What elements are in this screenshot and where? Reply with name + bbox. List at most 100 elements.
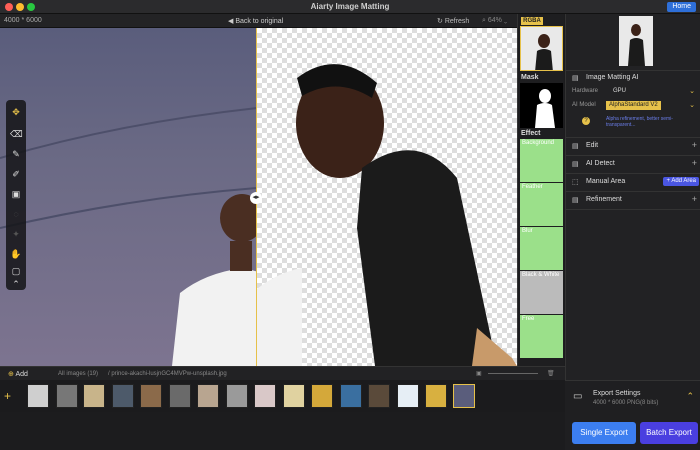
rgba-thumbnail[interactable] <box>520 26 563 71</box>
tool-palette: ✥ ⌫ ✎ ✐ ▣ ◌ ✦ ✋ ▢ ⌃ <box>6 100 26 290</box>
home-button[interactable]: Home <box>667 2 696 12</box>
image-matting-ai-header: ▤ Image Matting AI <box>566 72 700 84</box>
chevron-down-icon[interactable]: ⌄ <box>689 101 695 109</box>
image-thumbnail[interactable] <box>83 384 105 408</box>
bottom-area <box>0 412 565 450</box>
paint-roller-icon[interactable]: ▣ <box>10 188 22 200</box>
result-preview-image <box>628 24 645 66</box>
chevron-down-icon[interactable]: ⌄ <box>689 87 695 95</box>
help-icon[interactable]: ? <box>582 117 590 125</box>
hardware-select[interactable]: GPU <box>610 87 629 96</box>
eraser-icon[interactable]: ⌫ <box>10 128 23 140</box>
image-thumbnail[interactable] <box>340 384 362 408</box>
refinement-section[interactable]: ▤ Refinement + <box>566 193 700 207</box>
ai-detect-section[interactable]: ▤ AI Detect + <box>566 157 700 171</box>
rgba-preview-image <box>535 34 553 70</box>
lasso-icon[interactable]: ◌ <box>10 208 22 220</box>
matted-subject <box>244 64 517 366</box>
effect-name: Feather <box>522 184 543 190</box>
add-area-button[interactable]: + Add Area <box>663 177 699 186</box>
brush-icon[interactable]: ✐ <box>10 168 22 180</box>
thumbnail-size-slider[interactable] <box>488 373 538 374</box>
model-hint: Alpha refinement, better semi-transparen… <box>606 116 673 128</box>
export-settings-icon: ▭ <box>573 391 583 402</box>
export-settings-info: 4000 * 6000 PNG(8 bits) <box>593 400 659 406</box>
preview-thumbnail-column: RGBA Mask Effect Background Feather Blur… <box>517 14 564 366</box>
all-images-label[interactable]: All images (19) <box>58 371 98 377</box>
separator <box>566 155 700 156</box>
image-thumbnail[interactable] <box>283 384 305 408</box>
image-thumbnail[interactable] <box>311 384 333 408</box>
image-thumbnail[interactable] <box>226 384 248 408</box>
zoom-control[interactable]: ⌕ 64% ⌄ <box>482 17 507 25</box>
separator <box>566 173 700 174</box>
original-image-half <box>0 28 330 366</box>
separator <box>566 70 700 71</box>
image-thumbnail[interactable] <box>397 384 419 408</box>
top-toolbar: 4000 * 6000 ◀ Back to original ↻ Refresh… <box>0 14 517 28</box>
frame-icon[interactable]: ▢ <box>10 265 22 277</box>
back-to-original-button[interactable]: ◀ Back to original <box>228 17 283 25</box>
batch-export-button[interactable]: Batch Export <box>640 422 698 444</box>
title-bar: Aiarty Image Matting Home <box>0 0 700 14</box>
file-path: / prince-akachi-lusjnGC4MVPw-unsplash.jp… <box>108 371 227 377</box>
mask-thumbnail[interactable] <box>520 83 563 128</box>
image-thumbnail[interactable] <box>254 384 276 408</box>
effect-feather[interactable]: Feather <box>520 183 563 227</box>
expand-plus-icon[interactable]: + <box>692 140 697 150</box>
manual-area-label: Manual Area <box>586 178 626 185</box>
export-panel: ▭ Export Settings 4000 * 6000 PNG(8 bits… <box>565 380 700 450</box>
export-settings-title: Export Settings <box>593 390 641 397</box>
move-tool-icon[interactable]: ✥ <box>10 106 22 118</box>
compare-split-handle[interactable]: ◂▸ <box>250 192 262 204</box>
effect-black-white[interactable]: Black & White <box>520 271 563 315</box>
expand-plus-icon[interactable]: + <box>692 194 697 204</box>
image-size-icon: ▣ <box>476 371 482 377</box>
ai-model-label: AI Model <box>572 102 596 108</box>
ai-chip-icon: ▤ <box>572 75 579 82</box>
effect-name: Background <box>522 140 555 146</box>
right-settings-panel: ▤ Image Matting AI Hardware GPU ⌄ AI Mod… <box>565 14 700 380</box>
effect-background[interactable]: Background <box>520 139 563 183</box>
single-export-button[interactable]: Single Export <box>572 422 636 444</box>
resolution-readout: 4000 * 6000 <box>4 17 42 24</box>
image-thumbnail[interactable] <box>169 384 191 408</box>
pen-icon[interactable]: ✎ <box>10 148 22 160</box>
separator <box>566 191 700 192</box>
result-preview <box>619 16 653 66</box>
model-hint-row: ? Alpha refinement, better semi-transpar… <box>566 115 700 131</box>
expand-up-icon[interactable]: ⌃ <box>686 391 694 402</box>
dashed-square-icon: ⬚ <box>572 179 579 186</box>
collapse-up-icon[interactable]: ⌃ <box>10 278 22 290</box>
image-thumbnail[interactable] <box>425 384 447 408</box>
add-images-button[interactable]: ⊕ Add <box>8 370 28 378</box>
refresh-button[interactable]: ↻ Refresh <box>437 17 469 25</box>
image-thumbnail[interactable] <box>197 384 219 408</box>
image-thumbnail[interactable] <box>112 384 134 408</box>
image-thumbnail[interactable] <box>56 384 78 408</box>
hardware-row: Hardware GPU ⌄ <box>566 87 700 97</box>
expand-plus-icon[interactable]: + <box>692 158 697 168</box>
refinement-icon: ▤ <box>572 197 579 204</box>
hand-icon[interactable]: ✋ <box>10 248 22 260</box>
effect-name: Black & White <box>522 272 560 278</box>
image-strip: + <box>0 380 565 412</box>
add-image-plus-icon[interactable]: + <box>4 389 11 403</box>
effect-blur[interactable]: Blur <box>520 227 563 271</box>
section-title: Image Matting AI <box>586 74 639 81</box>
edit-section[interactable]: ▤ Edit + <box>566 139 700 153</box>
effect-free[interactable]: Free <box>520 315 563 359</box>
image-thumbnail[interactable] <box>140 384 162 408</box>
image-canvas[interactable]: ◂▸ ✥ ⌫ ✎ ✐ ▣ ◌ ✦ ✋ ▢ ⌃ <box>0 28 517 366</box>
edit-icon: ▤ <box>572 143 579 150</box>
ai-model-select[interactable]: AlphaStandard V2 <box>606 101 661 110</box>
magic-wand-icon[interactable]: ✦ <box>10 228 22 240</box>
effect-name: Free <box>522 316 535 322</box>
trash-icon[interactable]: 🗑 <box>547 370 555 377</box>
image-thumbnail[interactable] <box>368 384 390 408</box>
original-photo <box>0 107 330 366</box>
manual-area-section[interactable]: ⬚ Manual Area + Add Area <box>566 175 700 189</box>
image-thumbnail[interactable] <box>27 384 49 408</box>
image-thumbnail-selected[interactable] <box>453 384 475 408</box>
effect-label: Effect <box>521 130 541 137</box>
